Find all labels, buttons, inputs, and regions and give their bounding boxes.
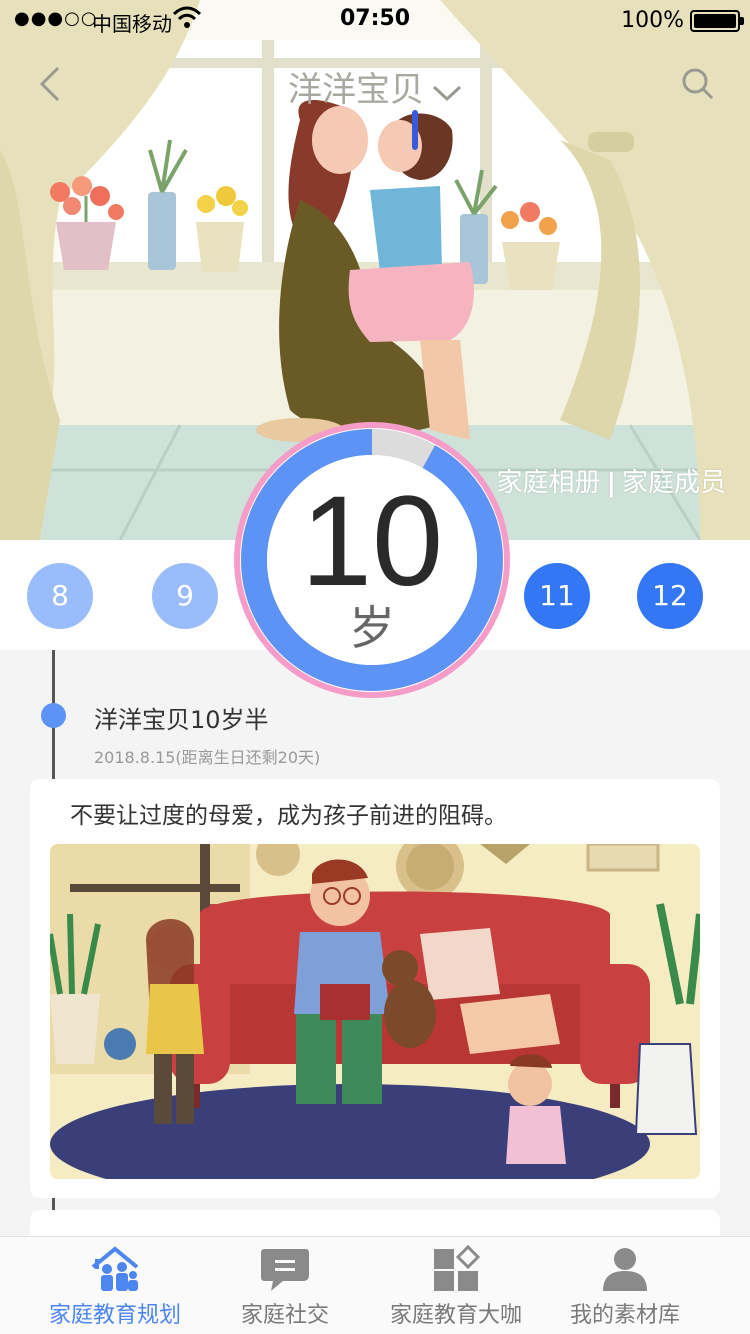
age-option-12[interactable]: 12 [637,563,703,629]
child-selector[interactable]: 洋洋宝贝 [0,62,750,112]
chat-bubble-icon [261,1249,309,1291]
family-living-room-image [50,844,700,1179]
user-profile-icon [603,1248,647,1291]
tab-label: 我的素材库 [569,1303,680,1328]
search-button[interactable] [676,62,720,106]
battery-icon [690,10,744,32]
family-album-link[interactable]: 家庭相册 [496,468,600,498]
timeline-dot [41,703,66,728]
current-age-dial[interactable]: 10 岁 [232,420,512,700]
entry-illustration[interactable] [50,844,700,1179]
tab-family-education-plan[interactable]: 家庭教育规划 [20,1237,210,1334]
family-house-icon [91,1246,139,1291]
tab-bar: 家庭教育规划 家庭社交 家庭教育大咖 我的素材库 [0,1236,750,1334]
entry-date: 2018.8.15(距离生日还剩20天) [94,748,321,767]
battery-percent: 100% [621,8,684,33]
page-title: 洋洋宝贝 [288,70,424,110]
age-option-8[interactable]: 8 [27,563,93,629]
tab-family-education-experts[interactable]: 家庭教育大咖 [380,1237,532,1334]
entry-title: 洋洋宝贝10岁半 [94,706,269,734]
entry-quote: 不要让过度的母爱，成为孩子前进的阻碍。 [70,803,507,829]
current-age-unit: 岁 [349,601,395,655]
search-icon [682,68,714,100]
tab-label: 家庭教育规划 [48,1303,181,1328]
age-option-9[interactable]: 9 [152,563,218,629]
status-bar: ●●●○○ 中国移动 07:50 100% [0,0,750,40]
apps-grid-icon [434,1245,481,1291]
tab-label: 家庭社交 [240,1303,329,1328]
age-option-11[interactable]: 11 [524,563,590,629]
tab-family-social[interactable]: 家庭社交 [210,1237,360,1334]
link-separator: | [606,468,616,498]
chevron-down-icon [432,72,462,112]
tab-label: 家庭教育大咖 [389,1303,522,1328]
tab-my-materials[interactable]: 我的素材库 [560,1237,690,1334]
hero-links: 家庭相册 | 家庭成员 [496,462,726,499]
family-members-link[interactable]: 家庭成员 [622,468,726,498]
